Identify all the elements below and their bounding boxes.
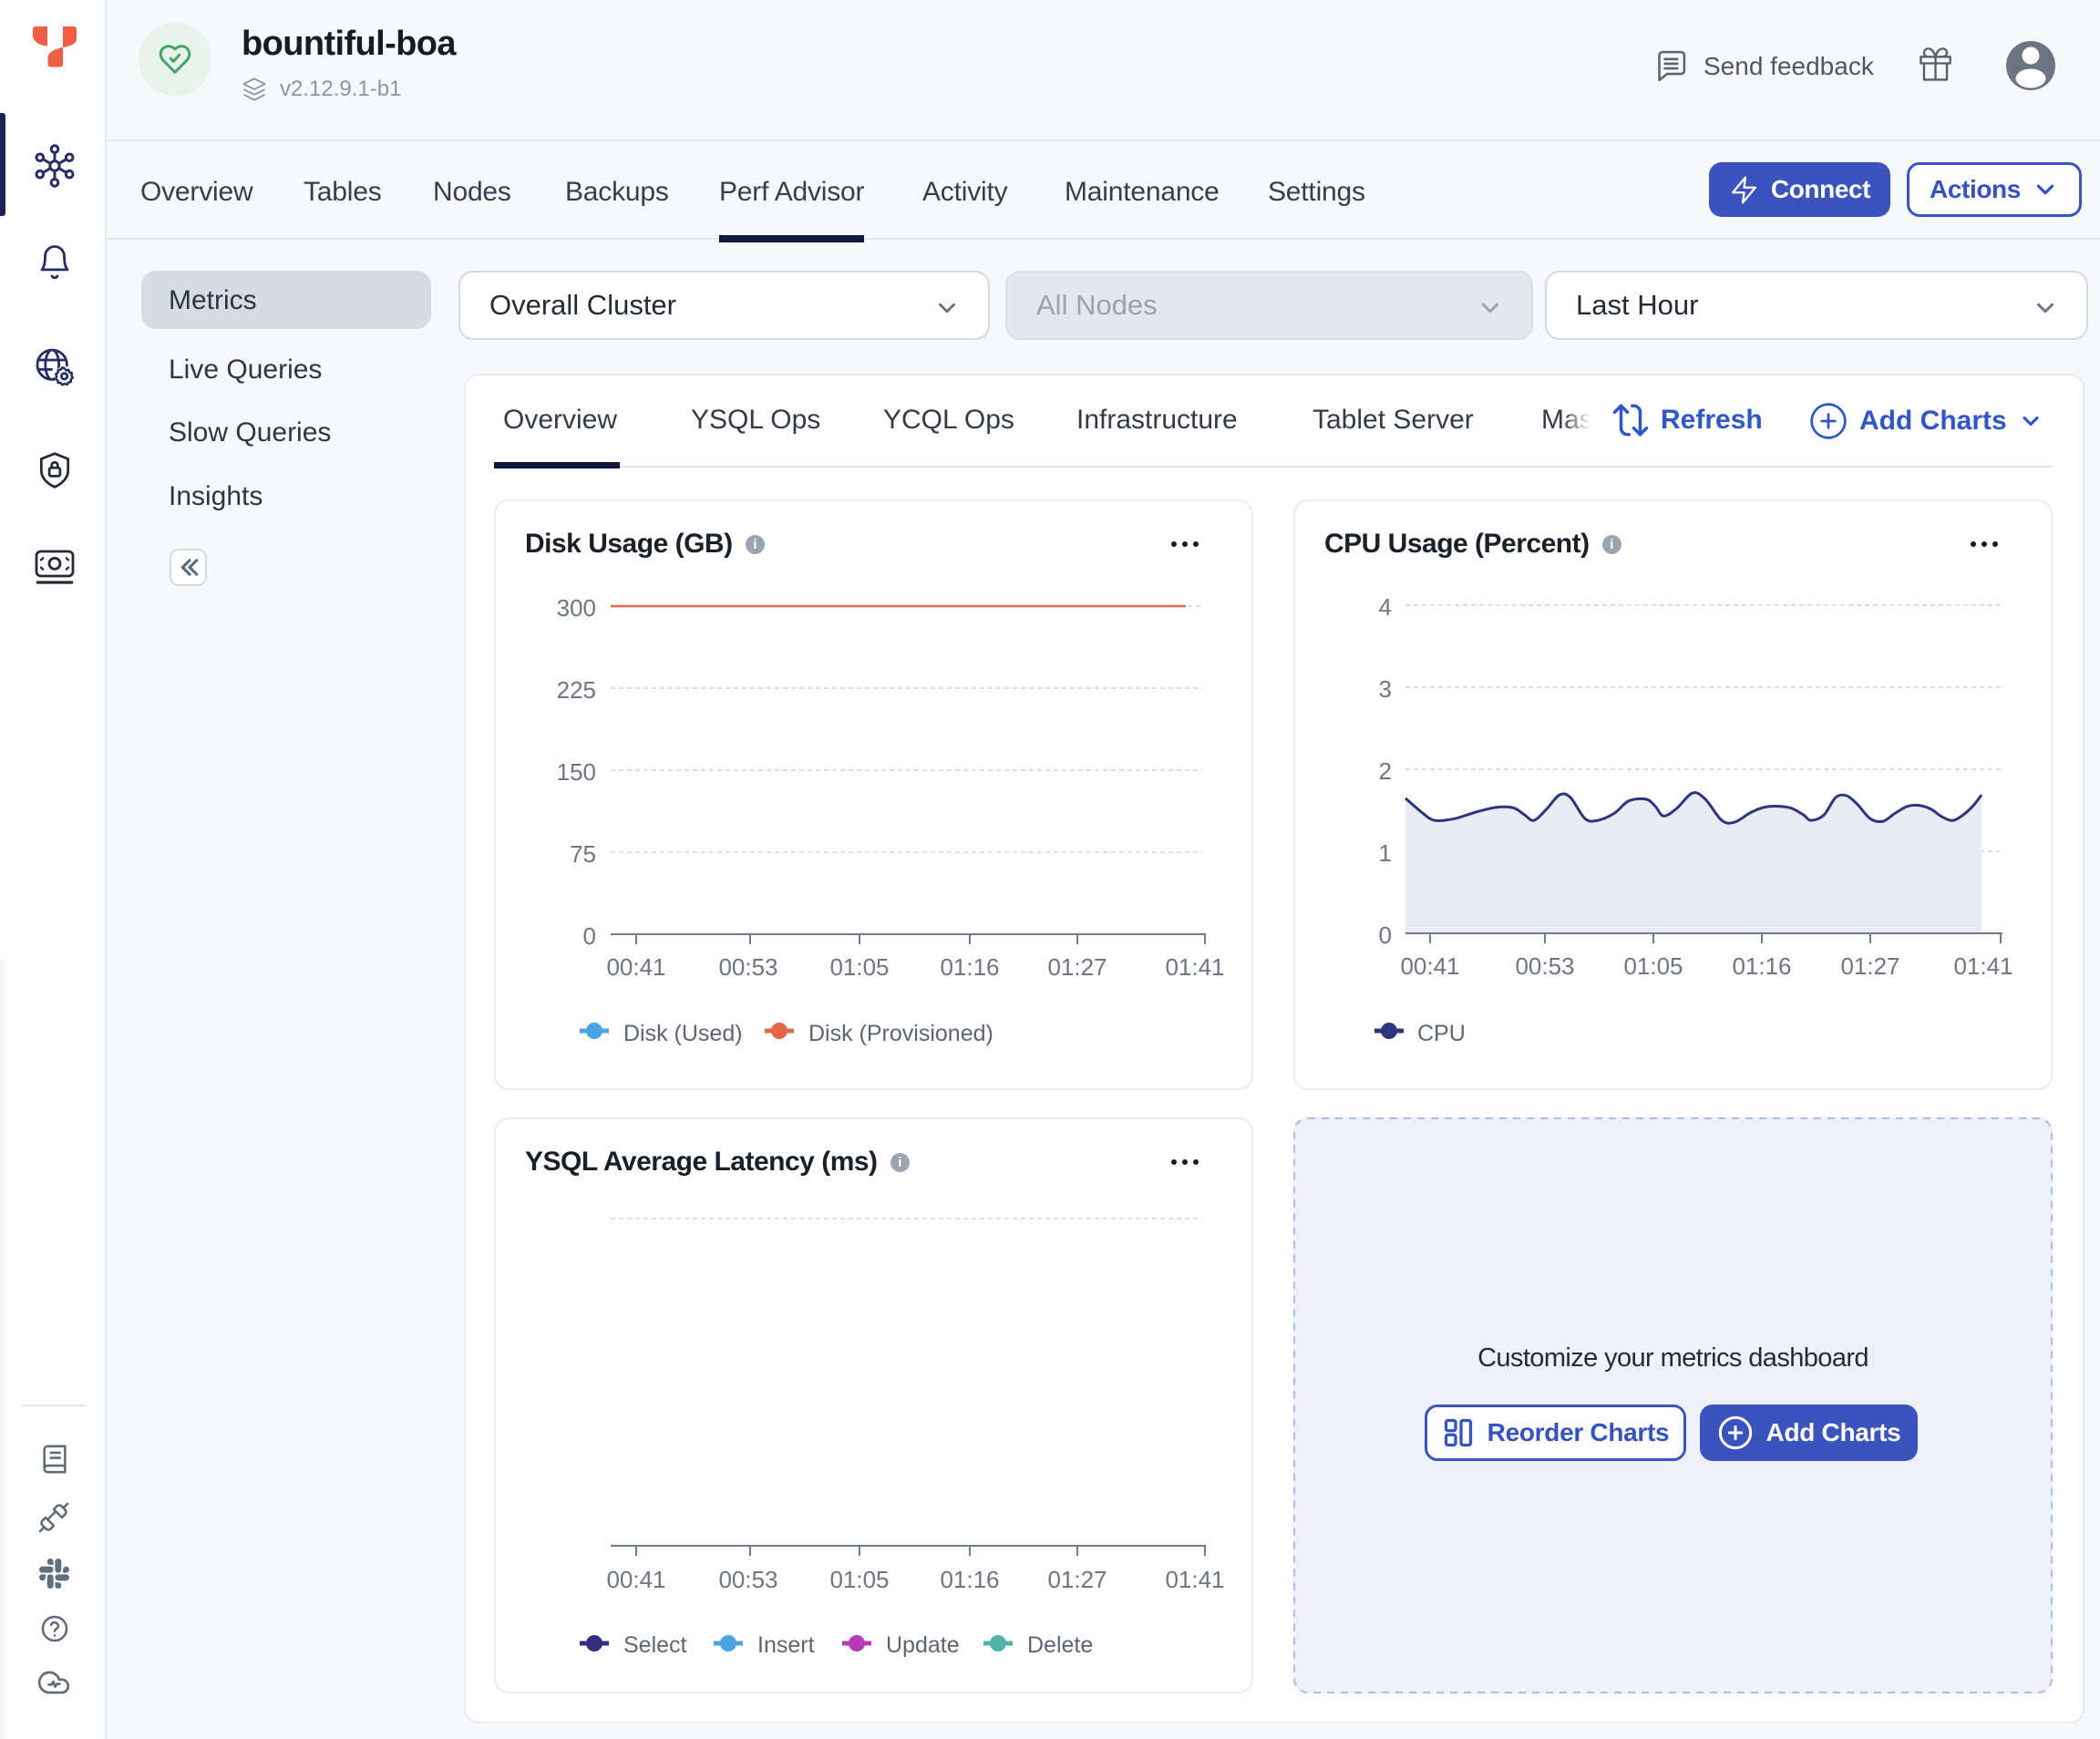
svg-text:1: 1 [1379,839,1392,867]
svg-text:01:41: 01:41 [1165,1566,1224,1593]
svg-text:00:53: 00:53 [718,953,777,981]
svg-text:00:41: 00:41 [606,1566,665,1593]
svg-text:75: 75 [570,840,596,868]
svg-text:01:05: 01:05 [1623,952,1683,980]
svg-text:0: 0 [583,922,596,950]
svg-text:Update: Update [886,1632,960,1658]
svg-text:00:53: 00:53 [718,1566,777,1593]
svg-text:00:41: 00:41 [606,953,665,981]
svg-text:Disk (Provisioned): Disk (Provisioned) [808,1021,993,1046]
svg-text:01:27: 01:27 [1840,952,1899,980]
svg-text:2: 2 [1379,757,1392,785]
svg-text:01:05: 01:05 [829,1566,889,1593]
svg-text:01:41: 01:41 [1165,953,1224,981]
svg-text:Insert: Insert [757,1632,815,1658]
svg-text:00:53: 00:53 [1515,952,1574,980]
svg-text:300: 300 [557,594,596,622]
svg-text:Disk (Used): Disk (Used) [623,1021,743,1046]
svg-text:3: 3 [1379,675,1392,703]
svg-text:150: 150 [557,758,596,786]
svg-text:00:41: 00:41 [1400,952,1459,980]
svg-text:Select: Select [623,1632,687,1658]
svg-text:01:16: 01:16 [1732,952,1791,980]
svg-text:01:16: 01:16 [940,1566,999,1593]
svg-text:4: 4 [1379,593,1392,621]
svg-text:01:27: 01:27 [1047,953,1107,981]
svg-text:CPU: CPU [1417,1021,1466,1046]
svg-text:01:41: 01:41 [1953,952,2012,980]
svg-text:01:27: 01:27 [1047,1566,1107,1593]
svg-text:0: 0 [1379,921,1392,949]
svg-text:01:16: 01:16 [940,953,999,981]
svg-text:Delete: Delete [1027,1632,1093,1658]
svg-text:01:05: 01:05 [829,953,889,981]
svg-text:225: 225 [557,676,596,704]
